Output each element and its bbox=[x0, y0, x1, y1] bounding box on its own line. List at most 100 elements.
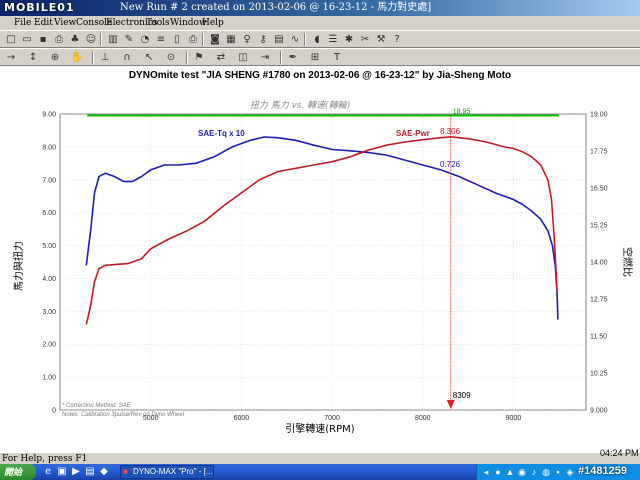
tray-icon-8[interactable]: ◈ bbox=[565, 466, 575, 478]
taskbar-task-label: DYNO-MAX "Pro" - [... bbox=[133, 467, 213, 476]
tray-icon-3[interactable]: ▲ bbox=[505, 466, 515, 478]
main-toolbar: □ ▭ ▪ ⎙ ♣ ☺ ▥ ✎ ◔ ≡ ▯ ⎙ ◙ ▦ ♀ ⚷ ▤ ∿ ◖ ☰ ✱ ✂ ⚒? bbox=[0, 30, 640, 48]
key-icon[interactable]: ⚷ bbox=[256, 33, 270, 46]
dyno-app-icon: ■ bbox=[123, 467, 128, 476]
chart-line-icon[interactable]: ∿ bbox=[288, 33, 302, 46]
grid-icon[interactable]: ▦ bbox=[224, 33, 238, 46]
curve-icon[interactable]: ∩ bbox=[120, 51, 134, 64]
tray-icon-6[interactable]: ◍ bbox=[541, 466, 551, 478]
tray-icon-5[interactable]: ♪ bbox=[529, 466, 539, 478]
y2-tick-label: 16.50 bbox=[590, 186, 608, 193]
flag-icon[interactable]: ⚑ bbox=[192, 51, 206, 64]
y-tick-label: 7.00 bbox=[42, 177, 56, 184]
tree-icon[interactable]: ♣ bbox=[68, 33, 82, 46]
mouse-icon[interactable]: ◖ bbox=[310, 33, 324, 46]
tray-icon-4[interactable]: ◉ bbox=[517, 466, 527, 478]
chart-title: DYNOmite test "JIA SHENG #1780 on 2013-0… bbox=[129, 70, 511, 81]
y-tick-label: 8.00 bbox=[42, 144, 56, 151]
cursor-icon[interactable]: ↖ bbox=[142, 51, 156, 64]
y-tick-label: 1.00 bbox=[42, 375, 56, 382]
status-bar: For Help, press F1 bbox=[0, 452, 640, 464]
torque-series-label: SAE-Tq x 10 bbox=[198, 129, 245, 138]
y2-tick-label: 14.00 bbox=[590, 260, 608, 267]
tray-icon-7[interactable]: ▪ bbox=[553, 466, 563, 478]
reference-label: 18.95 bbox=[453, 108, 471, 115]
toolbar-separator bbox=[92, 51, 94, 64]
chart-icon[interactable]: ▥ bbox=[106, 33, 120, 46]
camera-icon[interactable]: ◙ bbox=[208, 33, 222, 46]
chart-subtitle: 扭力 馬力 vs. 轉速(轉輪) bbox=[250, 100, 351, 111]
y2-tick-label: 17.75 bbox=[590, 149, 608, 156]
media-quicklaunch-icon[interactable]: ▶ bbox=[70, 466, 82, 478]
y-tick-label: 2.00 bbox=[42, 342, 56, 349]
app-quicklaunch-icon[interactable]: ◆ bbox=[98, 466, 110, 478]
menu-bar: File Edit View Console Electronics Tools… bbox=[0, 16, 640, 30]
tools-icon[interactable]: ✂ bbox=[358, 33, 372, 46]
save-icon[interactable]: ▪ bbox=[36, 33, 50, 46]
magnify-icon[interactable]: ⊙ bbox=[164, 51, 178, 64]
y-tick-label: 9.00 bbox=[42, 112, 56, 119]
correction-note: * Correction Method: SAE bbox=[62, 403, 132, 409]
x-axis-ticks: 5000 6000 7000 8000 9000 bbox=[143, 415, 521, 422]
hand-icon[interactable]: ✋ bbox=[70, 51, 84, 64]
tray-icon-2[interactable]: ● bbox=[493, 466, 503, 478]
people-icon[interactable]: ☺ bbox=[84, 33, 98, 46]
dyno-chart: 0 1.00 2.00 3.00 4.00 5.00 6.00 7.00 8.00 9.00 9.… bbox=[0, 66, 640, 452]
menu-file[interactable]: File bbox=[12, 16, 33, 30]
taskbar-dyno-max[interactable]: ■ DYNO-MAX "Pro" - [... bbox=[120, 465, 214, 479]
help-icon[interactable]: ? bbox=[390, 33, 404, 46]
y-axis-label: 馬力與扭力 bbox=[12, 241, 25, 291]
y2-axis-ticks: 9.000 10.25 11.50 12.75 14.00 15.25 16.50 17.75… bbox=[590, 112, 608, 415]
grid2-icon[interactable]: ⊞ bbox=[308, 51, 322, 64]
x-axis-label: 引擎轉速(RPM) bbox=[285, 422, 355, 435]
export-icon[interactable]: ⇥ bbox=[258, 51, 272, 64]
y2-tick-label: 15.25 bbox=[590, 223, 608, 230]
menu-help[interactable]: Help bbox=[200, 16, 226, 30]
list-icon[interactable]: ☰ bbox=[326, 33, 340, 46]
tray-icon-1[interactable]: ◂ bbox=[481, 466, 491, 478]
overlay-icon[interactable]: ◫ bbox=[236, 51, 250, 64]
desktop-quicklaunch-icon[interactable]: ▣ bbox=[56, 466, 68, 478]
text-icon[interactable]: T bbox=[330, 51, 344, 64]
x-tick-label: 8000 bbox=[415, 415, 431, 422]
marker-icon[interactable]: ↕ bbox=[26, 51, 40, 64]
x-tick-label: 9000 bbox=[506, 415, 522, 422]
book-icon[interactable]: ▯ bbox=[170, 33, 184, 46]
open-folder-icon[interactable]: ▭ bbox=[20, 33, 34, 46]
toolbar-separator bbox=[202, 33, 204, 46]
toolbar-separator bbox=[280, 51, 282, 64]
toolbar-separator bbox=[186, 51, 188, 64]
print-icon[interactable]: ⎙ bbox=[52, 33, 66, 46]
start-button[interactable]: 開始 bbox=[0, 464, 36, 480]
new-file-icon[interactable]: □ bbox=[4, 33, 18, 46]
status-clock: 04:24 PM bbox=[600, 448, 639, 458]
wrench-icon[interactable]: ✎ bbox=[122, 33, 136, 46]
stack-icon[interactable]: ≡ bbox=[154, 33, 168, 46]
rpm-marker-label: 8309 bbox=[453, 391, 471, 400]
graph-toolbar: → ↕ ⊕ ✋ ⊥ ∩ ↖ ⊙ ⚑ ⇄ ◫ ⇥ ✒ ⊞ T bbox=[0, 48, 640, 66]
y-tick-label: 0 bbox=[52, 408, 56, 415]
browser-quicklaunch-icon[interactable]: e bbox=[42, 466, 54, 478]
ruler-icon[interactable]: ⊥ bbox=[98, 51, 112, 64]
folder-quicklaunch-icon[interactable]: ▤ bbox=[84, 466, 96, 478]
pen-icon[interactable]: ✒ bbox=[286, 51, 300, 64]
mobile01-logo: MOBILE01 bbox=[4, 1, 75, 14]
title-bar[interactable]: MOBILE01 New Run # 2 created on 2013-02-… bbox=[0, 0, 640, 16]
arrow-icon[interactable]: → bbox=[4, 51, 18, 64]
printer-icon[interactable]: ⎙ bbox=[186, 33, 200, 46]
plot-frame bbox=[59, 113, 587, 411]
bulb-icon[interactable]: ♀ bbox=[240, 33, 254, 46]
gauge-icon[interactable]: ◔ bbox=[138, 33, 152, 46]
dyno-chart-svg: 0 1.00 2.00 3.00 4.00 5.00 6.00 7.00 8.00 9.00 9.… bbox=[12, 70, 634, 435]
table-icon[interactable]: ▤ bbox=[272, 33, 286, 46]
hammer-icon[interactable]: ⚒ bbox=[374, 33, 388, 46]
y2-tick-label: 12.75 bbox=[590, 297, 608, 304]
y2-tick-label: 11.50 bbox=[590, 334, 607, 341]
x-tick-label: 6000 bbox=[234, 415, 250, 422]
x-tick-label: 7000 bbox=[324, 415, 340, 422]
zoom-icon[interactable]: ⊕ bbox=[48, 51, 62, 64]
power-value-readout: 8.306 bbox=[440, 127, 461, 136]
y-axis-ticks: 0 1.00 2.00 3.00 4.00 5.00 6.00 7.00 8.00 9.00 bbox=[42, 112, 56, 415]
settings-icon[interactable]: ✱ bbox=[342, 33, 356, 46]
compare-icon[interactable]: ⇄ bbox=[214, 51, 228, 64]
